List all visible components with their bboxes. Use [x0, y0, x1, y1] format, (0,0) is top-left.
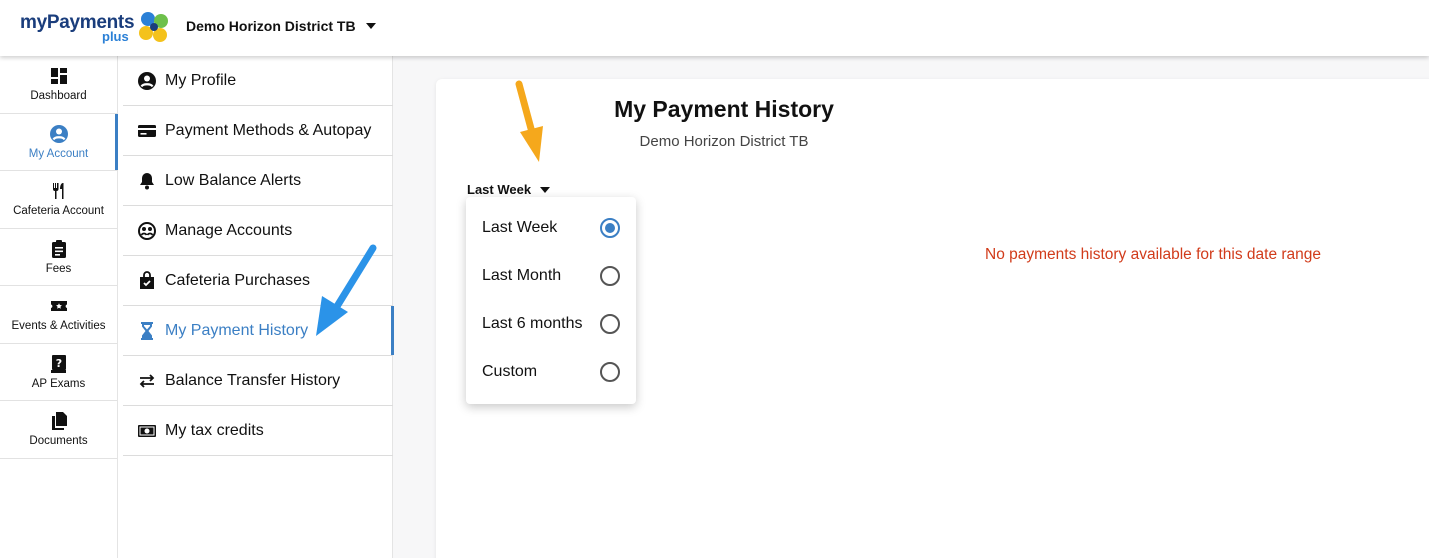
- dashboard-icon: [50, 68, 67, 85]
- nav-documents[interactable]: Documents: [0, 401, 117, 459]
- clipboard-icon: [51, 239, 66, 258]
- submenu-label: My tax credits: [165, 421, 264, 439]
- bell-icon: [140, 172, 154, 189]
- top-header: myPayments plus Demo Horizon District TB: [0, 0, 1429, 56]
- date-range-dropdown: Last Week Last Month Last 6 months Custo…: [466, 197, 636, 404]
- date-range-select[interactable]: Last Week: [467, 182, 551, 197]
- nav-fees[interactable]: Fees: [0, 229, 117, 286]
- nav-label: Events & Activities: [11, 320, 106, 333]
- money-icon: [138, 424, 156, 437]
- radio-unchecked[interactable]: [600, 266, 620, 286]
- option-last-month[interactable]: Last Month: [466, 252, 636, 300]
- nav-label: AP Exams: [31, 377, 86, 390]
- option-label: Custom: [482, 363, 538, 380]
- caret-down-icon: [540, 186, 551, 193]
- page-title: My Payment History: [614, 96, 834, 122]
- date-range-value: Last Week: [467, 182, 532, 197]
- orange-arrow-icon: [515, 80, 543, 162]
- ticket-icon: [50, 301, 67, 312]
- nav-ap-exams[interactable]: ? AP Exams: [0, 344, 117, 401]
- submenu-label: Balance Transfer History: [165, 371, 341, 389]
- utensils-icon: [52, 183, 63, 200]
- svg-text:?: ?: [55, 357, 61, 370]
- option-label: Last Week: [482, 219, 558, 236]
- caret-down-icon: [365, 23, 376, 29]
- submenu-balance-transfer-history[interactable]: Balance Transfer History: [123, 356, 393, 406]
- nav-cafeteria-account[interactable]: Cafeteria Account: [0, 171, 117, 229]
- option-label: Last 6 months: [482, 315, 583, 332]
- submenu-label: Low Balance Alerts: [165, 171, 302, 189]
- user-circle-icon: [138, 71, 156, 90]
- nav-events-activities[interactable]: Events & Activities: [0, 286, 117, 344]
- submenu-my-tax-credits[interactable]: My tax credits: [123, 406, 393, 456]
- documents-icon: [51, 412, 67, 431]
- nav-label: Cafeteria Account: [13, 205, 104, 218]
- primary-nav: Dashboard My Account Cafeteria Account F…: [0, 56, 118, 558]
- nav-label: Documents: [29, 435, 88, 448]
- page-subtitle: Demo Horizon District TB: [639, 133, 809, 150]
- option-last-week[interactable]: Last Week: [466, 204, 636, 252]
- radio-checked[interactable]: [600, 218, 620, 238]
- submenu-label: My Payment History: [165, 321, 309, 339]
- option-last-6-months[interactable]: Last 6 months: [466, 300, 636, 348]
- district-name: Demo Horizon District TB: [186, 18, 356, 34]
- hourglass-icon: [141, 321, 153, 340]
- logo-mark-icon: [139, 12, 168, 42]
- option-custom[interactable]: Custom: [466, 348, 636, 396]
- shopping-bag-icon: [140, 270, 154, 289]
- submenu-label: Manage Accounts: [165, 221, 293, 239]
- radio-unchecked[interactable]: [600, 314, 620, 334]
- option-label: Last Month: [482, 267, 562, 284]
- logo-plus-text: plus: [102, 29, 129, 44]
- blue-arrow-icon: [316, 244, 377, 336]
- nav-label: Fees: [45, 262, 72, 275]
- submenu-label: My Profile: [165, 71, 237, 89]
- radio-unchecked[interactable]: [600, 362, 620, 382]
- district-selector[interactable]: Demo Horizon District TB: [186, 18, 376, 34]
- transfer-icon: [139, 373, 155, 388]
- question-book-icon: ?: [50, 354, 66, 373]
- users-circle-icon: [138, 221, 156, 240]
- submenu-label: Cafeteria Purchases: [165, 271, 310, 289]
- empty-state-message: No payments history available for this d…: [985, 246, 1322, 263]
- submenu-low-balance-alerts[interactable]: Low Balance Alerts: [123, 156, 393, 206]
- mypaymentsplus-logo[interactable]: myPayments plus: [20, 9, 172, 45]
